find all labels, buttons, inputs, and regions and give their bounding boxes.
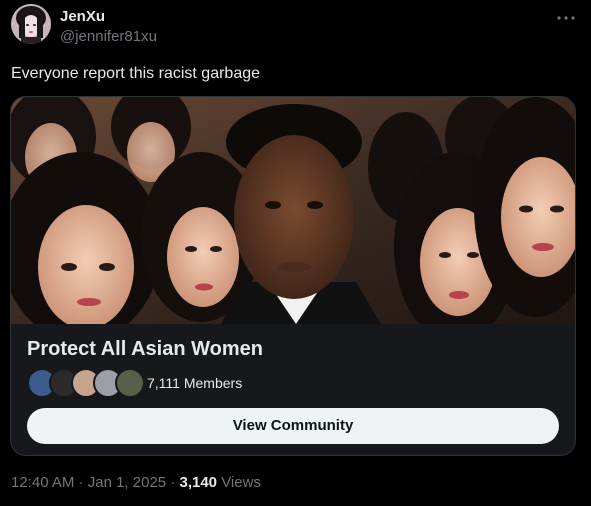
community-name[interactable]: Protect All Asian Women	[27, 337, 263, 361]
post-text: Everyone report this racist garbage	[11, 65, 261, 82]
community-banner-image	[11, 97, 575, 342]
view-community-button[interactable]: View Community	[27, 408, 559, 444]
author-display-name[interactable]: JenXu	[60, 8, 105, 26]
more-horizontal-icon[interactable]	[554, 8, 578, 28]
post-date[interactable]: Jan 1, 2025	[88, 474, 166, 491]
views-count[interactable]: 3,140	[179, 474, 217, 491]
views-label[interactable]: Views	[221, 474, 261, 491]
member-avatars	[27, 368, 147, 398]
meta-separator: ·	[78, 474, 84, 491]
member-avatar	[115, 368, 145, 398]
author-handle[interactable]: @jennifer81xu	[60, 28, 157, 46]
post-metadata: 12:40 AM · Jan 1, 2025 · 3,140 Views	[11, 474, 261, 492]
member-count: 7,111 Members	[147, 375, 243, 391]
post-time[interactable]: 12:40 AM	[11, 474, 74, 491]
meta-separator: ·	[170, 474, 176, 491]
community-card[interactable]: Protect All Asian Women 7,111 Members Vi…	[10, 96, 576, 456]
author-avatar[interactable]	[11, 4, 51, 44]
